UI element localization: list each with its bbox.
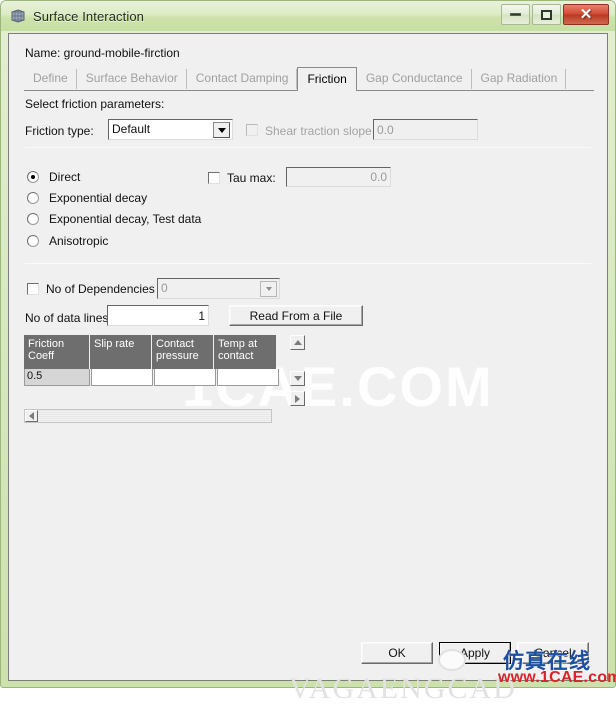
tau-max-label: Tau max: — [227, 171, 276, 185]
cell-contact-pressure[interactable] — [154, 369, 216, 386]
minimize-button[interactable] — [501, 4, 530, 25]
tab-strip: Define Surface Behavior Contact Damping … — [24, 67, 594, 91]
column-header-friction-coeff[interactable]: Friction Coeff — [24, 335, 90, 369]
scroll-down-icon — [293, 376, 302, 381]
cell-friction-coeff[interactable]: 0.5 — [24, 369, 90, 386]
table-header-row: Friction Coeff Slip rate Contact pressur… — [24, 335, 286, 369]
column-header-temp-at-contact[interactable]: Temp at contact — [214, 335, 276, 369]
friction-type-label: Friction type: — [25, 124, 94, 138]
watermark-vagaengcad: VAGAENGCAD — [289, 672, 517, 705]
chevron-down-icon[interactable] — [213, 122, 230, 138]
separator-2 — [25, 263, 591, 264]
radio-exponential-decay-label: Exponential decay — [49, 191, 148, 205]
minimize-icon — [510, 13, 521, 16]
maximize-icon — [541, 9, 552, 20]
table-scroll-right-corner-button[interactable] — [290, 391, 305, 406]
no-of-dependencies-combobox[interactable]: 0 — [157, 278, 280, 299]
shear-traction-slope-checkbox[interactable] — [246, 124, 258, 136]
title-bar: Surface Interaction ✕ — [1, 1, 615, 31]
table-vertical-scrollbar[interactable] — [290, 335, 306, 409]
shear-traction-slope-field[interactable]: 0.0 — [373, 119, 478, 140]
tab-gap-conductance[interactable]: Gap Conductance — [357, 68, 472, 90]
watermark-site-url: www.1CAE.com — [498, 669, 616, 686]
friction-type-combobox[interactable]: Default — [108, 119, 233, 140]
no-of-dependencies-label: No of Dependencies — [46, 282, 155, 296]
friction-type-value: Default — [112, 122, 151, 136]
radio-direct[interactable] — [27, 171, 39, 183]
tau-max-field[interactable]: 0.0 — [286, 167, 391, 187]
dialog-client-area: 1CAE.COM Name: ground-mobile-firction De… — [8, 33, 608, 705]
radio-exponential-decay-test-data[interactable] — [27, 213, 39, 225]
table-scroll-down-button[interactable] — [290, 371, 305, 386]
window-title: Surface Interaction — [33, 8, 145, 24]
tab-surface-behavior[interactable]: Surface Behavior — [77, 68, 187, 90]
tab-define[interactable]: Define — [24, 68, 77, 90]
no-of-data-lines-field[interactable]: 1 — [107, 305, 209, 326]
scroll-left-icon — [29, 412, 34, 420]
close-icon: ✕ — [579, 6, 593, 23]
tau-max-checkbox[interactable] — [208, 172, 220, 184]
mesh-surface-icon — [10, 8, 26, 24]
close-button[interactable]: ✕ — [563, 4, 609, 25]
watermark-emoji-icon — [438, 649, 466, 671]
cell-slip-rate[interactable] — [91, 369, 153, 386]
no-of-dependencies-value: 0 — [161, 281, 168, 295]
table-row: 0.5 — [24, 369, 286, 386]
table-scroll-up-button[interactable] — [290, 335, 305, 350]
window-controls: ✕ — [499, 4, 609, 26]
dialog-window: Surface Interaction ✕ 1CAE.COM Name: gro… — [0, 0, 616, 705]
tab-friction[interactable]: Friction — [297, 67, 357, 91]
tab-contact-damping[interactable]: Contact Damping — [187, 68, 298, 90]
tab-gap-radiation[interactable]: Gap Radiation — [472, 68, 567, 90]
separator-1 — [25, 147, 591, 148]
radio-anisotropic[interactable] — [27, 235, 39, 247]
radio-exponential-decay-test-data-label: Exponential decay, Test data — [49, 212, 202, 226]
shear-traction-slope-label: Shear traction slope — [265, 124, 372, 138]
no-of-data-lines-label: No of data lines — [25, 311, 109, 325]
friction-data-table: Friction Coeff Slip rate Contact pressur… — [24, 335, 286, 406]
table-horizontal-scrollbar[interactable] — [24, 409, 272, 423]
scroll-right-icon — [295, 394, 300, 403]
interaction-name-label: Name: ground-mobile-firction — [25, 46, 180, 60]
maximize-button[interactable] — [532, 4, 561, 25]
column-header-slip-rate[interactable]: Slip rate — [90, 335, 152, 369]
chevron-down-icon-dependencies[interactable] — [260, 281, 277, 297]
ok-button[interactable]: OK — [361, 642, 433, 664]
cell-temp-at-contact[interactable] — [217, 369, 279, 386]
radio-exponential-decay[interactable] — [27, 192, 39, 204]
table-scroll-left-button[interactable] — [25, 410, 38, 422]
radio-anisotropic-label: Anisotropic — [49, 234, 109, 248]
scroll-up-icon — [293, 340, 302, 345]
column-header-contact-pressure[interactable]: Contact pressure — [152, 335, 214, 369]
read-from-a-file-button[interactable]: Read From a File — [229, 305, 363, 326]
radio-direct-label: Direct — [49, 170, 81, 184]
section-title-friction-parameters: Select friction parameters: — [25, 97, 165, 111]
no-of-dependencies-checkbox[interactable] — [27, 283, 39, 295]
